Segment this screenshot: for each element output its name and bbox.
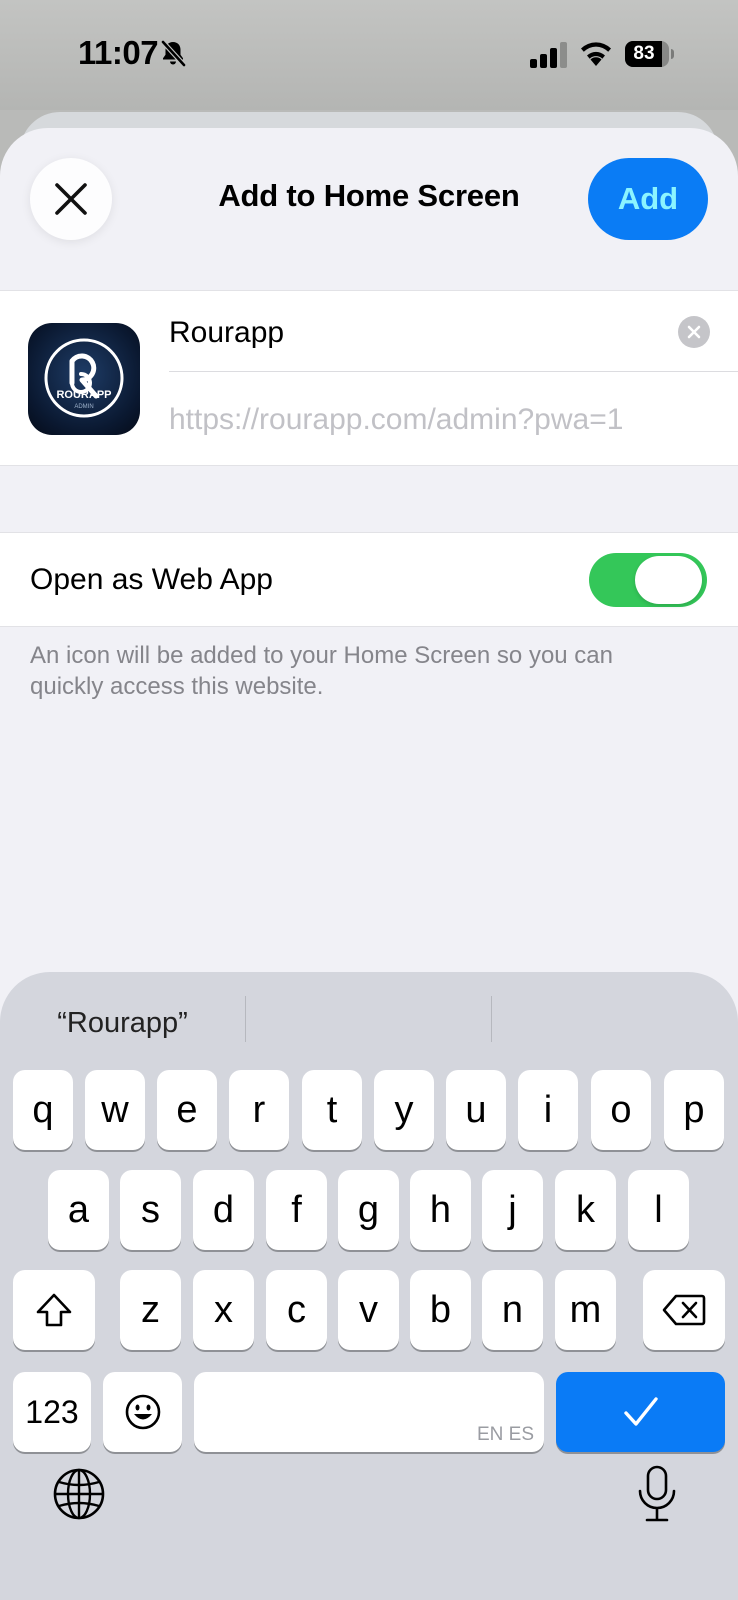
key-c[interactable]: c	[266, 1270, 327, 1350]
footnote-text: An icon will be added to your Home Scree…	[30, 642, 613, 700]
key-p[interactable]: p	[664, 1070, 724, 1150]
status-bar: 11:07 83	[0, 0, 738, 110]
key-b[interactable]: b	[410, 1270, 471, 1350]
bell-slash-icon	[161, 40, 186, 67]
close-button[interactable]	[30, 158, 112, 240]
key-a[interactable]: a	[48, 1170, 109, 1250]
key-t[interactable]: t	[302, 1070, 362, 1150]
key-l[interactable]: l	[628, 1170, 689, 1250]
backspace-key[interactable]	[643, 1270, 725, 1350]
key-k[interactable]: k	[555, 1170, 616, 1250]
space-languages-label: EN ES	[476, 1424, 534, 1445]
app-info-group: ROURAPP ADMIN https://rourapp.com/admin?…	[0, 290, 738, 466]
key-q[interactable]: q	[13, 1070, 73, 1150]
key-v[interactable]: v	[338, 1270, 399, 1350]
key-g[interactable]: g	[338, 1170, 399, 1250]
key-j[interactable]: j	[482, 1170, 543, 1250]
web-app-label: Open as Web App	[30, 563, 273, 596]
battery-icon: 83	[625, 41, 674, 67]
shift-key[interactable]	[13, 1270, 95, 1350]
battery-level: 83	[633, 43, 655, 64]
suggestion-1[interactable]: “Rourapp”	[0, 998, 245, 1048]
key-m[interactable]: m	[555, 1270, 616, 1350]
numbers-key[interactable]: 123	[13, 1372, 91, 1452]
close-icon	[55, 183, 87, 215]
key-d[interactable]: d	[193, 1170, 254, 1250]
keyboard: “Rourapp” q w e r t y u i o p a s d f g …	[0, 972, 738, 1600]
checkmark-icon	[623, 1397, 658, 1426]
key-i[interactable]: i	[518, 1070, 578, 1150]
rourapp-logo: ROURAPP ADMIN	[44, 338, 124, 418]
key-e[interactable]: e	[157, 1070, 217, 1150]
done-key[interactable]	[556, 1372, 725, 1452]
emoji-icon	[125, 1394, 160, 1430]
key-z[interactable]: z	[120, 1270, 181, 1350]
svg-text:ROURAPP: ROURAPP	[56, 389, 111, 401]
app-icon: ROURAPP ADMIN	[28, 323, 140, 435]
emoji-key[interactable]	[103, 1372, 182, 1452]
wifi-icon	[581, 42, 611, 66]
key-n[interactable]: n	[482, 1270, 543, 1350]
key-f[interactable]: f	[266, 1170, 327, 1250]
field-divider	[169, 371, 738, 372]
key-u[interactable]: u	[446, 1070, 506, 1150]
space-key[interactable]: EN ES	[194, 1372, 544, 1452]
key-h[interactable]: h	[410, 1170, 471, 1250]
toggle-knob	[635, 556, 702, 604]
shift-icon	[36, 1293, 72, 1327]
clear-x-icon	[687, 325, 701, 339]
sheet-title: Add to Home Screen	[218, 178, 520, 213]
svg-text:ADMIN: ADMIN	[74, 404, 93, 410]
name-field[interactable]	[169, 313, 679, 353]
cellular-signal-icon	[530, 42, 567, 68]
clear-text-button[interactable]	[678, 316, 710, 348]
suggestion-2[interactable]	[246, 998, 491, 1048]
status-time: 11:07	[78, 34, 159, 71]
url-label: https://rourapp.com/admin?pwa=1	[169, 403, 624, 436]
key-r[interactable]: r	[229, 1070, 289, 1150]
key-w[interactable]: w	[85, 1070, 145, 1150]
add-button[interactable]: Add	[588, 158, 708, 240]
suggestion-3[interactable]	[492, 998, 738, 1048]
key-o[interactable]: o	[591, 1070, 651, 1150]
microphone-icon[interactable]	[632, 1464, 682, 1524]
key-y[interactable]: y	[374, 1070, 434, 1150]
backspace-icon	[662, 1294, 706, 1326]
key-x[interactable]: x	[193, 1270, 254, 1350]
web-app-row: Open as Web App	[0, 532, 738, 627]
key-s[interactable]: s	[120, 1170, 181, 1250]
globe-icon[interactable]	[52, 1467, 106, 1521]
web-app-toggle[interactable]	[589, 553, 707, 607]
